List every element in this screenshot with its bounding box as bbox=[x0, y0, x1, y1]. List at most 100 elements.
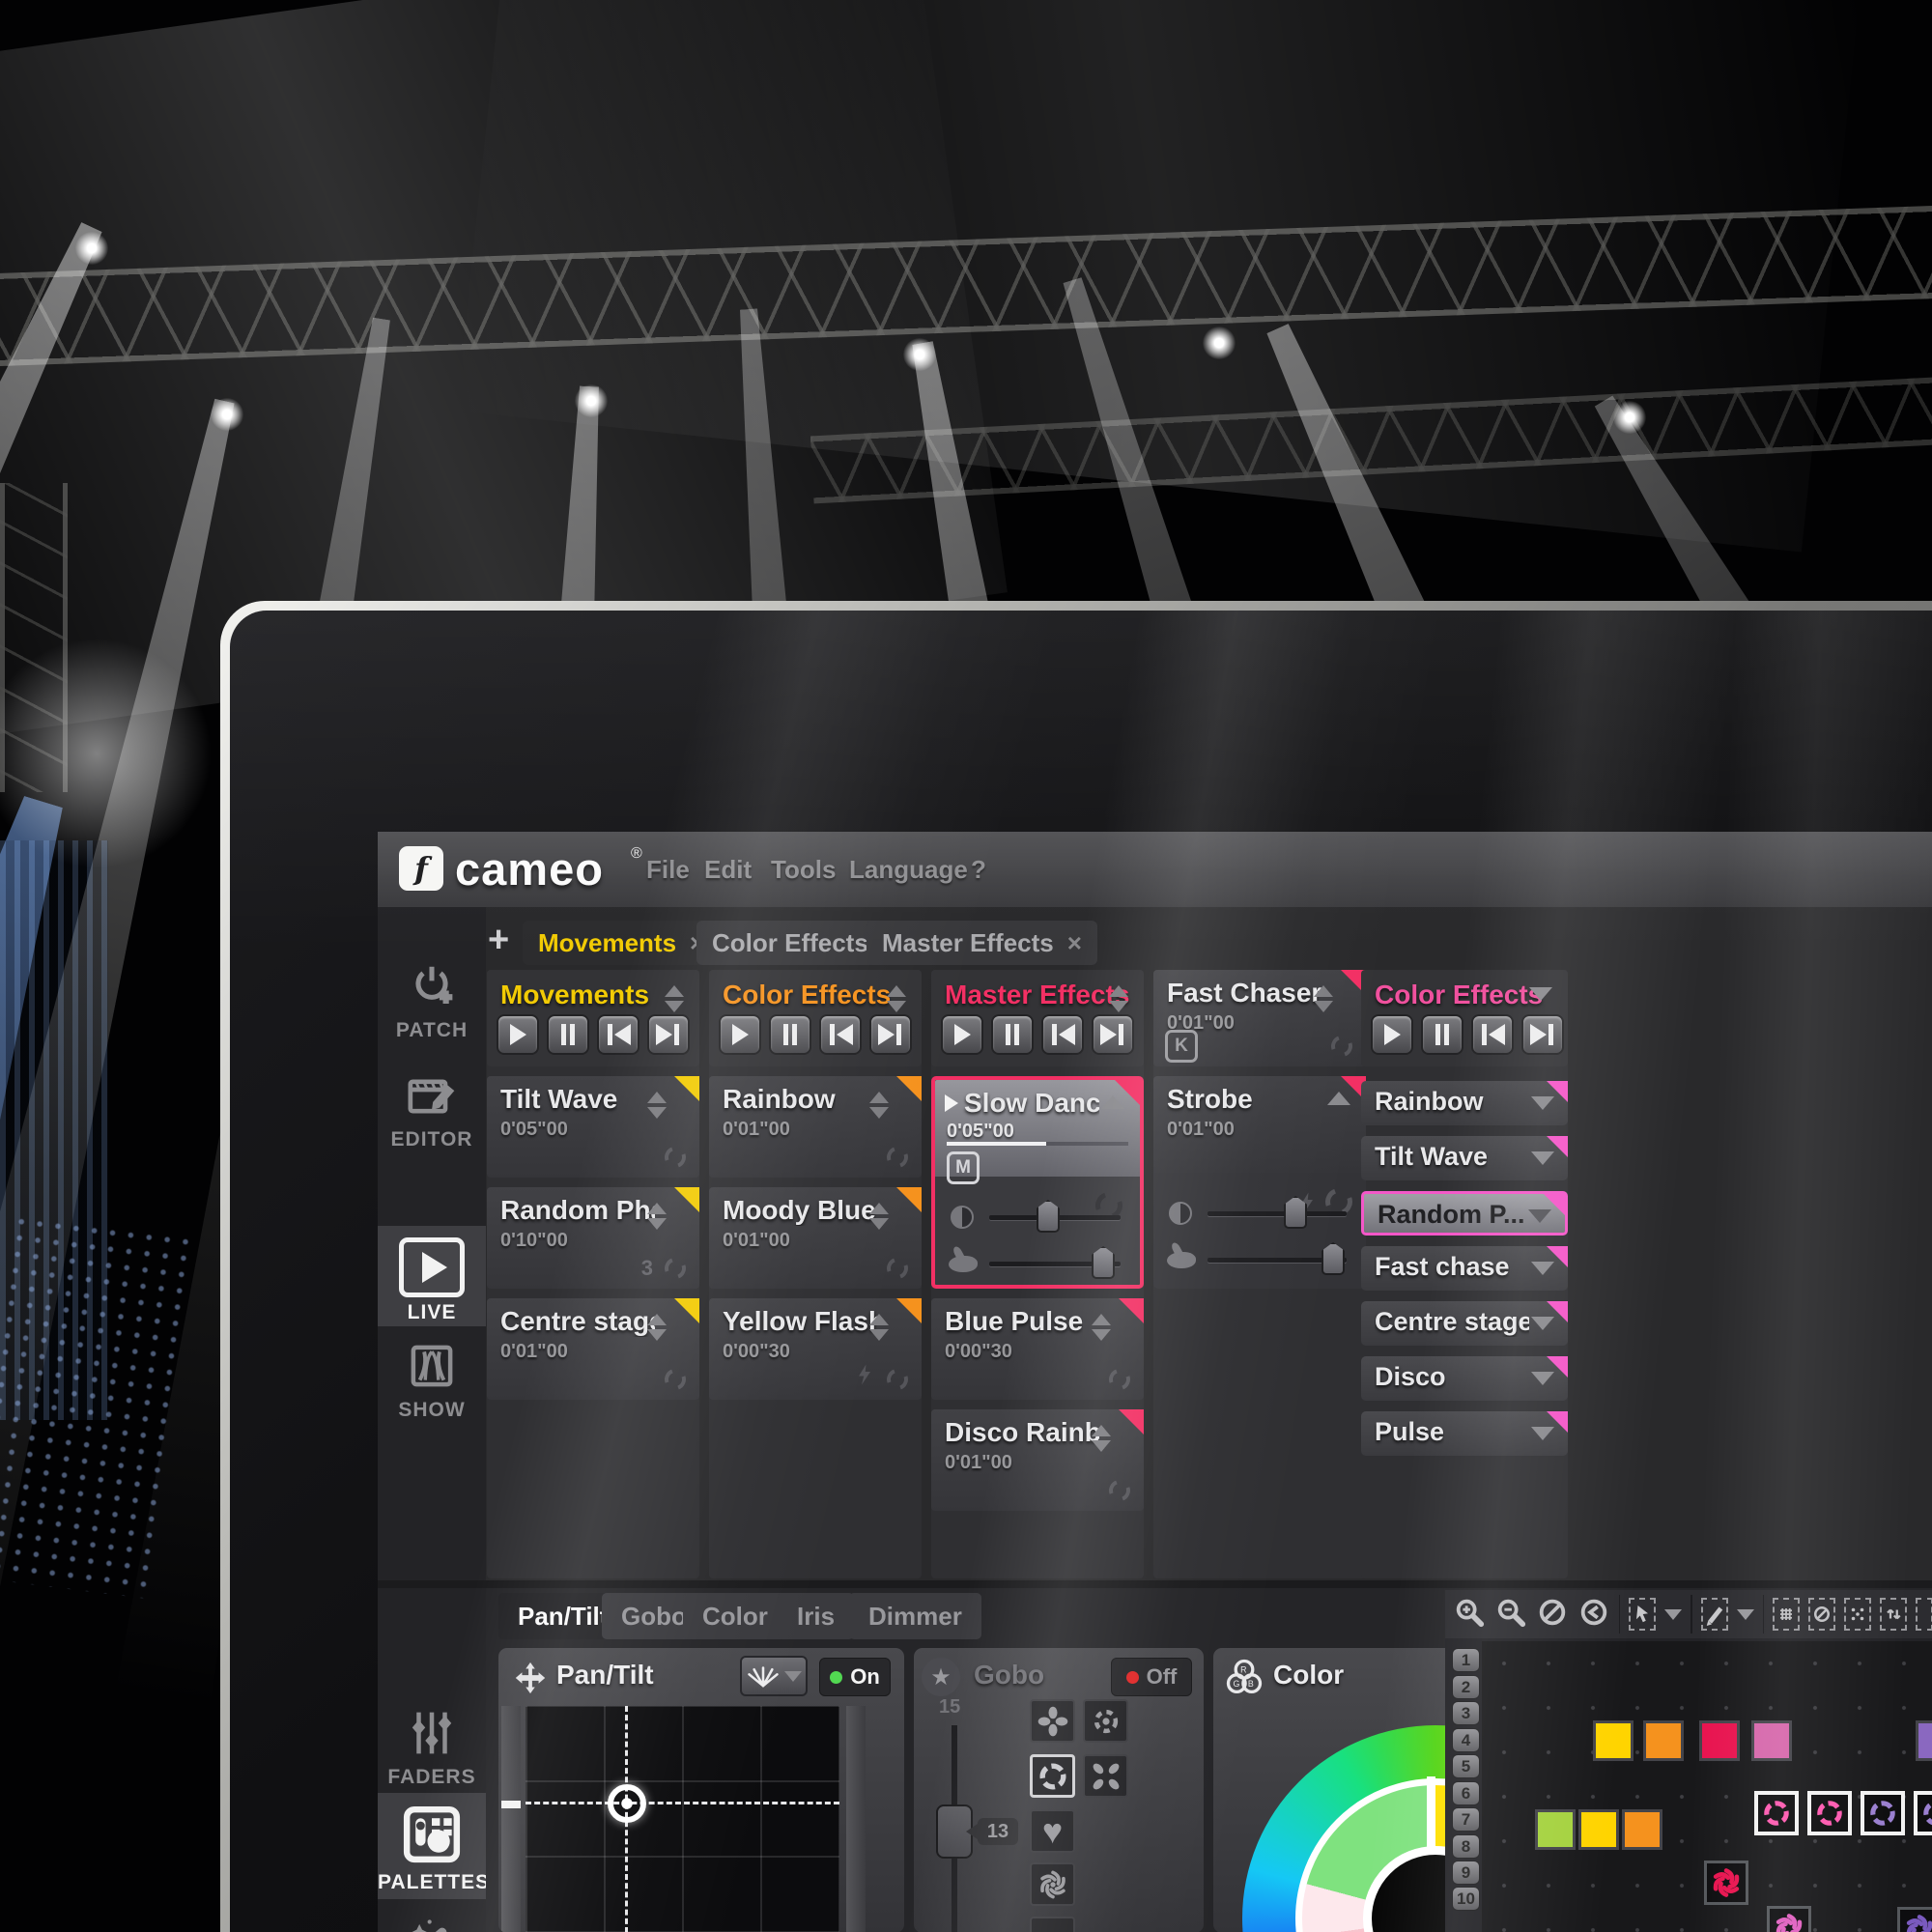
menu-file[interactable]: File bbox=[646, 855, 690, 885]
matrix-cell-purple[interactable] bbox=[1916, 1720, 1932, 1761]
sort-arrows-icon[interactable] bbox=[1314, 985, 1333, 1012]
pan-tilt-xy-pad[interactable] bbox=[526, 1706, 839, 1932]
previous-button[interactable] bbox=[597, 1014, 639, 1055]
m-badge[interactable]: M bbox=[947, 1151, 980, 1184]
matrix-gobo-diamond-purple[interactable] bbox=[1914, 1791, 1932, 1835]
fan-mode-button[interactable] bbox=[740, 1656, 808, 1696]
collapse-icon[interactable] bbox=[1327, 1092, 1350, 1105]
grid-tool[interactable] bbox=[1773, 1598, 1801, 1631]
pan-fader[interactable] bbox=[501, 1706, 521, 1932]
palette-tab-iris[interactable]: Iris bbox=[778, 1593, 855, 1639]
matrix-row-button[interactable]: 1 bbox=[1452, 1648, 1480, 1672]
matrix-row-button[interactable]: 6 bbox=[1452, 1781, 1480, 1805]
sort-arrows-icon[interactable] bbox=[869, 1203, 889, 1230]
matrix-cell-orchid[interactable] bbox=[1751, 1720, 1792, 1761]
next-button[interactable] bbox=[869, 1014, 912, 1055]
preset-fast-chase[interactable]: Fast chase bbox=[1361, 1246, 1568, 1291]
gobo-cell-diamond-selected[interactable] bbox=[1030, 1754, 1075, 1798]
sidebar-item-patch[interactable]: PATCH bbox=[378, 960, 486, 1042]
matrix-gobo-star-red[interactable] bbox=[1704, 1861, 1748, 1905]
previous-button[interactable] bbox=[1471, 1014, 1514, 1055]
tab-master-effects[interactable]: Master Effects × bbox=[867, 921, 1097, 965]
play-button[interactable] bbox=[1371, 1014, 1413, 1055]
pause-button[interactable] bbox=[769, 1014, 811, 1055]
matrix-cell-orange[interactable] bbox=[1622, 1809, 1662, 1850]
matrix-gobo-diamond-pink[interactable] bbox=[1754, 1791, 1799, 1835]
tilt-fader[interactable] bbox=[846, 1706, 866, 1932]
fader-handle[interactable] bbox=[501, 1801, 521, 1808]
gobo-cell-clover[interactable] bbox=[1030, 1699, 1075, 1743]
matrix-gobo-diamond-purple[interactable] bbox=[1861, 1791, 1905, 1835]
matrix-cell-yellow[interactable] bbox=[1578, 1809, 1619, 1850]
back-arrow-icon[interactable] bbox=[1577, 1596, 1610, 1634]
sidebar-item-palettes[interactable]: PALETTES bbox=[378, 1793, 489, 1899]
slider-knob[interactable] bbox=[1092, 1246, 1116, 1279]
next-button[interactable] bbox=[1092, 1014, 1134, 1055]
slider-knob[interactable] bbox=[1321, 1242, 1346, 1275]
next-button[interactable] bbox=[1521, 1014, 1564, 1055]
tab-movements[interactable]: Movements× bbox=[523, 921, 721, 965]
preset-random-phase-selected[interactable]: Random P... bbox=[1361, 1191, 1568, 1236]
effect-card-fast-chaser[interactable]: Fast Chaser 0'01"00 K bbox=[1153, 970, 1366, 1066]
menu-tools[interactable]: Tools bbox=[771, 855, 836, 885]
sidebar-item-faders[interactable]: FADERS bbox=[378, 1707, 486, 1789]
slider-track[interactable] bbox=[1208, 1196, 1347, 1229]
zoom-out-icon[interactable] bbox=[1494, 1596, 1527, 1634]
palette-tab-dimmer[interactable]: Dimmer bbox=[849, 1593, 981, 1639]
effect-card-centre-stage[interactable]: Centre stage 0'01"00 bbox=[487, 1298, 699, 1400]
color-wheel-area[interactable] bbox=[1213, 1648, 1455, 1932]
draw-tool[interactable] bbox=[1700, 1598, 1728, 1631]
sort-arrows-icon[interactable] bbox=[647, 1203, 667, 1230]
preset-rainbow[interactable]: Rainbow bbox=[1361, 1081, 1568, 1125]
matrix-gobo-diamond-pink[interactable] bbox=[1807, 1791, 1852, 1835]
k-badge[interactable]: K bbox=[1165, 1030, 1198, 1063]
next-button[interactable] bbox=[647, 1014, 690, 1055]
slider-track[interactable] bbox=[1208, 1242, 1347, 1275]
matrix-canvas[interactable] bbox=[1482, 1641, 1932, 1932]
sidebar-item-show[interactable]: SHOW bbox=[378, 1340, 486, 1422]
effect-card-blue-pulse[interactable]: Blue Pulse 0'00"30 bbox=[931, 1298, 1144, 1400]
preset-tilt-wave[interactable]: Tilt Wave bbox=[1361, 1136, 1568, 1180]
palette-tab-color[interactable]: Color bbox=[683, 1593, 787, 1639]
gobo-cell-spiral[interactable] bbox=[1030, 1862, 1075, 1906]
matrix-row-button[interactable]: 5 bbox=[1452, 1754, 1480, 1778]
sort-arrows-icon[interactable] bbox=[647, 1314, 667, 1341]
pan-tilt-on-toggle[interactable]: On bbox=[819, 1658, 891, 1696]
preset-pulse[interactable]: Pulse bbox=[1361, 1411, 1568, 1456]
sort-order-tool[interactable] bbox=[1880, 1598, 1908, 1631]
matrix-row-button[interactable]: 8 bbox=[1452, 1834, 1480, 1859]
matrix-gobo-star-pink[interactable] bbox=[1767, 1906, 1811, 1932]
effect-card-rainbow[interactable]: Rainbow 0'01"00 bbox=[709, 1076, 922, 1178]
matrix-row-button[interactable]: 3 bbox=[1452, 1701, 1480, 1725]
matrix-cell-yellow[interactable] bbox=[1593, 1720, 1634, 1761]
menu-language[interactable]: Language bbox=[849, 855, 968, 885]
xy-handle[interactable] bbox=[608, 1784, 646, 1823]
gobo-off-toggle[interactable]: Off bbox=[1111, 1658, 1192, 1696]
chevron-down-icon[interactable] bbox=[1529, 987, 1552, 1001]
play-button[interactable] bbox=[497, 1014, 539, 1055]
pause-button[interactable] bbox=[991, 1014, 1034, 1055]
sort-arrows-icon[interactable] bbox=[647, 1092, 667, 1119]
effect-card-yellow-flash[interactable]: Yellow Flash 0'00"30 bbox=[709, 1298, 922, 1400]
sort-arrows-icon[interactable] bbox=[665, 985, 684, 1012]
matrix-row-button[interactable]: 2 bbox=[1452, 1675, 1480, 1699]
sort-arrows-icon[interactable] bbox=[887, 985, 906, 1012]
preset-disco[interactable]: Disco bbox=[1361, 1356, 1568, 1401]
effect-card-disco-rainbow[interactable]: Disco Rainbow 0'01"00 bbox=[931, 1409, 1144, 1511]
matrix-row-button[interactable]: 9 bbox=[1452, 1861, 1480, 1885]
gobo-cell-x[interactable] bbox=[1083, 1754, 1128, 1798]
pause-button[interactable] bbox=[1421, 1014, 1463, 1055]
slider-knob[interactable] bbox=[1284, 1196, 1308, 1229]
more-tool-partial[interactable] bbox=[1916, 1598, 1932, 1631]
sort-arrows-icon[interactable] bbox=[869, 1314, 889, 1341]
matrix-cell-crimson[interactable] bbox=[1699, 1720, 1740, 1761]
scatter-tool[interactable] bbox=[1844, 1598, 1872, 1631]
sidebar-item-effects[interactable]: EFFECTS bbox=[378, 1912, 486, 1932]
select-tool[interactable] bbox=[1629, 1598, 1657, 1631]
effect-card-moody-blue[interactable]: Moody Blue 0'01"00 bbox=[709, 1187, 922, 1289]
effect-card-tilt-wave[interactable]: Tilt Wave 0'05"00 bbox=[487, 1076, 699, 1178]
zoom-reset-icon[interactable] bbox=[1536, 1596, 1569, 1634]
play-button[interactable] bbox=[719, 1014, 761, 1055]
sort-arrows-icon[interactable] bbox=[1092, 1425, 1111, 1452]
sidebar-item-editor[interactable]: EDITOR bbox=[378, 1071, 486, 1151]
